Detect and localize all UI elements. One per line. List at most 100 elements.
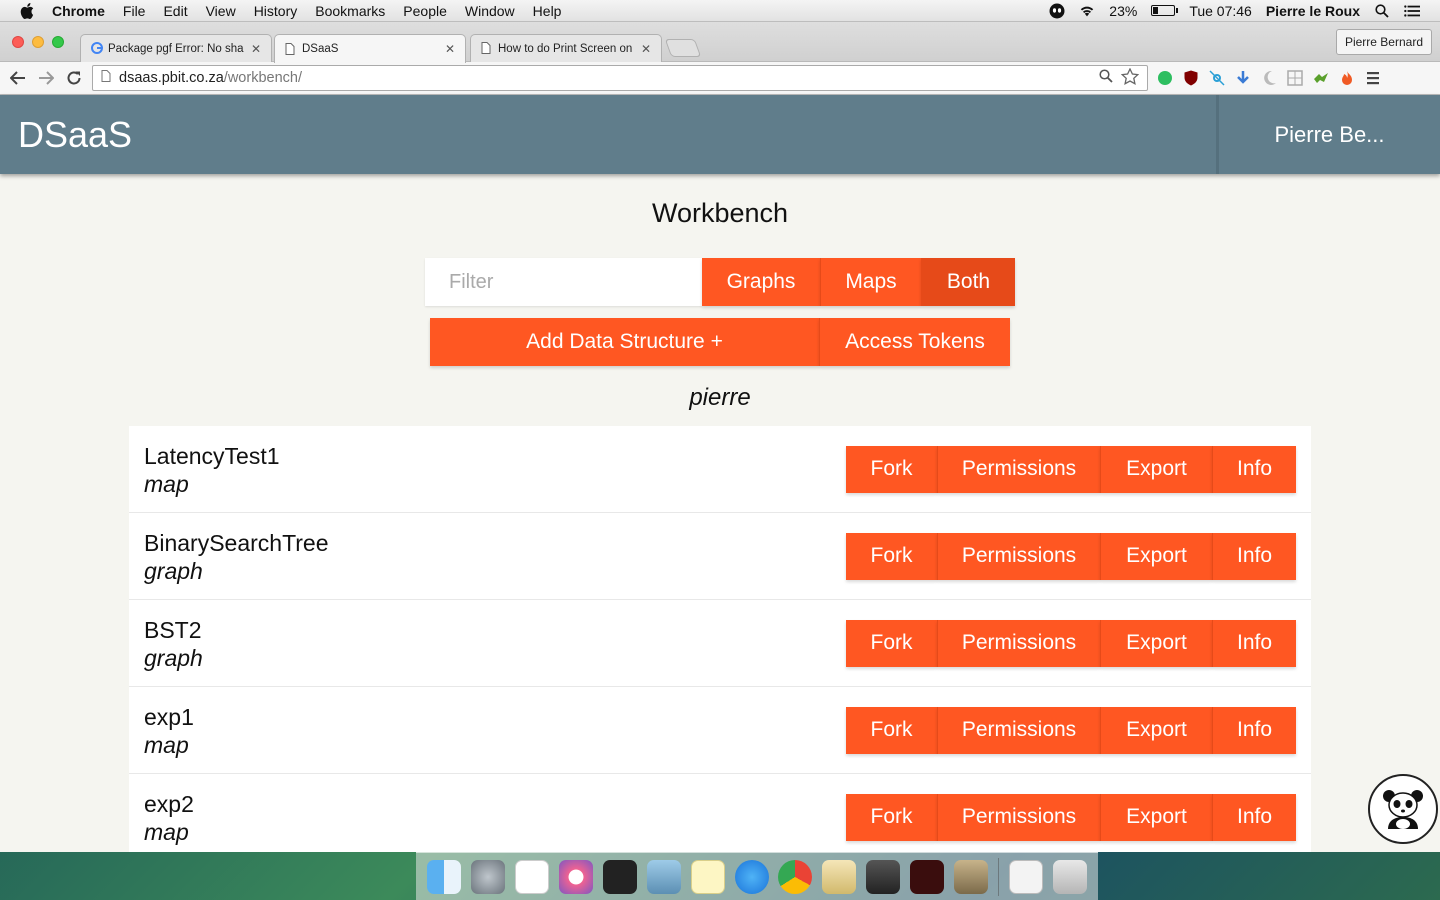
gimp-icon[interactable] xyxy=(954,859,989,894)
address-url[interactable]: dsaas.pbit.co.za/workbench/ xyxy=(119,70,302,86)
fork-button[interactable]: Fork xyxy=(846,532,937,580)
alien-icon[interactable] xyxy=(1049,3,1065,19)
close-window-button[interactable] xyxy=(12,36,24,48)
info-button[interactable]: Info xyxy=(1212,619,1296,667)
bird-extension-icon[interactable] xyxy=(1312,69,1330,87)
page-icon xyxy=(481,42,492,55)
address-bar[interactable]: dsaas.pbit.co.za/workbench/ xyxy=(92,65,1148,91)
document-icon[interactable] xyxy=(1009,859,1044,894)
spotlight-search-icon[interactable] xyxy=(1374,3,1390,19)
item-name[interactable]: exp2 xyxy=(144,790,846,818)
add-data-structure-button[interactable]: Add Data Structure + xyxy=(430,318,819,366)
app-store-icon[interactable] xyxy=(734,859,769,894)
network-extension-icon[interactable] xyxy=(1208,69,1226,87)
forward-icon[interactable] xyxy=(36,68,56,88)
sublime-text-icon[interactable] xyxy=(866,859,901,894)
menu-file[interactable]: File xyxy=(123,3,146,19)
menu-help[interactable]: Help xyxy=(533,3,562,19)
item-name[interactable]: LatencyTest1 xyxy=(144,442,846,470)
permissions-button[interactable]: Permissions xyxy=(937,532,1100,580)
browser-tab[interactable]: How to do Print Screen on ✕ xyxy=(470,34,662,62)
profile-button[interactable]: Pierre Bernard xyxy=(1335,29,1432,55)
fullscreen-window-button[interactable] xyxy=(52,36,64,48)
info-button[interactable]: Info xyxy=(1212,706,1296,754)
permissions-button[interactable]: Permissions xyxy=(937,793,1100,841)
export-button[interactable]: Export xyxy=(1100,793,1212,841)
tab-close-icon[interactable]: ✕ xyxy=(251,42,261,56)
menu-view[interactable]: View xyxy=(206,3,236,19)
filter-both-button[interactable]: Both xyxy=(921,258,1015,306)
google-icon xyxy=(91,42,103,55)
launchpad-icon[interactable] xyxy=(470,859,505,894)
apple-icon[interactable] xyxy=(20,2,36,19)
fork-button[interactable]: Fork xyxy=(846,445,937,493)
browser-tab-active[interactable]: DSaaS ✕ xyxy=(274,34,466,63)
tab-close-icon[interactable]: ✕ xyxy=(445,42,455,56)
chrome-icon[interactable] xyxy=(778,859,813,894)
texshop-icon[interactable] xyxy=(822,859,857,894)
export-button[interactable]: Export xyxy=(1100,445,1212,493)
menu-edit[interactable]: Edit xyxy=(163,3,187,19)
permissions-button[interactable]: Permissions xyxy=(937,619,1100,667)
export-button[interactable]: Export xyxy=(1100,706,1212,754)
browser-tab[interactable]: Package pgf Error: No sha ✕ xyxy=(80,34,272,62)
filter-input[interactable] xyxy=(425,258,702,306)
notes-icon[interactable] xyxy=(690,859,725,894)
bookmark-star-icon[interactable] xyxy=(1120,66,1140,89)
moon-extension-icon[interactable] xyxy=(1260,69,1278,87)
calendar-icon[interactable] xyxy=(514,859,549,894)
export-button[interactable]: Export xyxy=(1100,532,1212,580)
wifi-icon[interactable] xyxy=(1079,3,1095,19)
menu-app-name[interactable]: Chrome xyxy=(52,3,105,19)
battery-percent: 23% xyxy=(1109,2,1138,19)
new-tab-button[interactable] xyxy=(664,39,702,57)
filter-maps-button[interactable]: Maps xyxy=(820,258,921,306)
page-title: Workbench xyxy=(651,198,789,228)
grid-extension-icon[interactable] xyxy=(1286,69,1304,87)
tab-close-icon[interactable]: ✕ xyxy=(641,42,651,56)
fork-button[interactable]: Fork xyxy=(846,793,937,841)
acrobat-icon[interactable] xyxy=(910,859,945,894)
user-menu[interactable]: Pierre Be... xyxy=(1216,95,1440,174)
chrome-menu-icon[interactable] xyxy=(1364,69,1382,87)
permissions-button[interactable]: Permissions xyxy=(937,706,1100,754)
minimize-window-button[interactable] xyxy=(32,36,44,48)
back-icon[interactable] xyxy=(8,68,28,88)
evernote-extension-icon[interactable] xyxy=(1156,69,1174,87)
fork-button[interactable]: Fork xyxy=(846,706,937,754)
ublock-extension-icon[interactable] xyxy=(1182,69,1200,87)
app-brand[interactable]: DSaaS xyxy=(0,114,1216,156)
action-bar: Add Data Structure + Access Tokens xyxy=(0,318,1440,366)
permissions-button[interactable]: Permissions xyxy=(937,445,1100,493)
item-type: graph xyxy=(144,645,203,671)
terminal-icon[interactable] xyxy=(602,859,637,894)
trash-icon[interactable] xyxy=(1053,859,1088,894)
item-name[interactable]: BST2 xyxy=(144,616,846,644)
info-button[interactable]: Info xyxy=(1212,793,1296,841)
fork-button[interactable]: Fork xyxy=(846,619,937,667)
panda-icon[interactable] xyxy=(1368,774,1438,844)
item-name[interactable]: exp1 xyxy=(144,703,846,731)
menu-window[interactable]: Window xyxy=(465,3,515,19)
filter-graphs-button[interactable]: Graphs xyxy=(702,258,820,306)
zoom-icon[interactable] xyxy=(1099,69,1113,87)
menu-history[interactable]: History xyxy=(254,3,298,19)
info-button[interactable]: Info xyxy=(1212,532,1296,580)
preview-icon[interactable] xyxy=(646,859,681,894)
dock-separator xyxy=(998,857,1000,896)
menu-bookmarks[interactable]: Bookmarks xyxy=(315,3,385,19)
flame-extension-icon[interactable] xyxy=(1338,69,1356,87)
menubar-clock[interactable]: Tue 07:46 xyxy=(1189,3,1252,19)
reload-icon[interactable] xyxy=(64,68,84,88)
itunes-icon[interactable] xyxy=(558,859,593,894)
info-button[interactable]: Info xyxy=(1212,445,1296,493)
access-tokens-button[interactable]: Access Tokens xyxy=(819,318,1010,366)
item-name[interactable]: BinarySearchTree xyxy=(144,529,846,557)
menubar-user[interactable]: Pierre le Roux xyxy=(1266,3,1360,19)
menu-people[interactable]: People xyxy=(403,3,447,19)
export-button[interactable]: Export xyxy=(1100,619,1212,667)
battery-icon[interactable] xyxy=(1151,5,1179,16)
finder-icon[interactable] xyxy=(426,859,461,894)
notification-center-icon[interactable] xyxy=(1404,3,1420,19)
download-extension-icon[interactable] xyxy=(1234,69,1252,87)
